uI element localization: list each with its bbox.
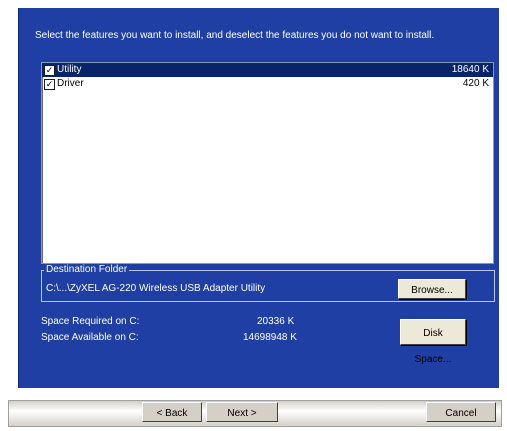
disk-space-label: Disk Space...: [414, 328, 452, 365]
destination-path: C:\...\ZyXEL AG-220 Wireless USB Adapter…: [46, 283, 266, 294]
destination-folder-legend: Destination Folder: [44, 264, 130, 275]
back-label: < Back: [156, 408, 188, 419]
feature-size: 420 K: [462, 78, 489, 89]
feature-size: 18640 K: [451, 64, 489, 75]
space-required-label: Space Required on C:: [41, 316, 140, 327]
disk-space-button[interactable]: Disk Space...: [400, 319, 466, 365]
feature-row-driver[interactable]: ✓ Driver 420 K: [42, 77, 493, 91]
cancel-button[interactable]: Cancel: [426, 402, 496, 422]
feature-row-utility[interactable]: ✓ Utility 18640 K: [42, 63, 493, 77]
space-available-value: 14698948 K: [243, 332, 297, 343]
space-required-value: 20336 K: [257, 316, 295, 327]
browse-label: Browse...: [411, 285, 453, 296]
feature-name: Driver: [57, 78, 84, 89]
feature-list[interactable]: ✓ Utility 18640 K ✓ Driver 420 K: [41, 62, 494, 264]
driver-checkbox[interactable]: ✓: [44, 79, 55, 90]
feature-name: Utility: [57, 64, 82, 75]
top-strip: [0, 0, 507, 8]
browse-button[interactable]: Browse...: [398, 279, 466, 299]
cancel-label: Cancel: [445, 408, 477, 419]
utility-checkbox[interactable]: ✓: [44, 65, 55, 76]
instruction-text: Select the features you want to install,…: [35, 30, 435, 41]
space-available-label: Space Available on C:: [41, 332, 139, 343]
next-label: Next >: [227, 408, 257, 419]
next-button[interactable]: Next >: [206, 402, 278, 422]
back-button[interactable]: < Back: [142, 402, 202, 422]
